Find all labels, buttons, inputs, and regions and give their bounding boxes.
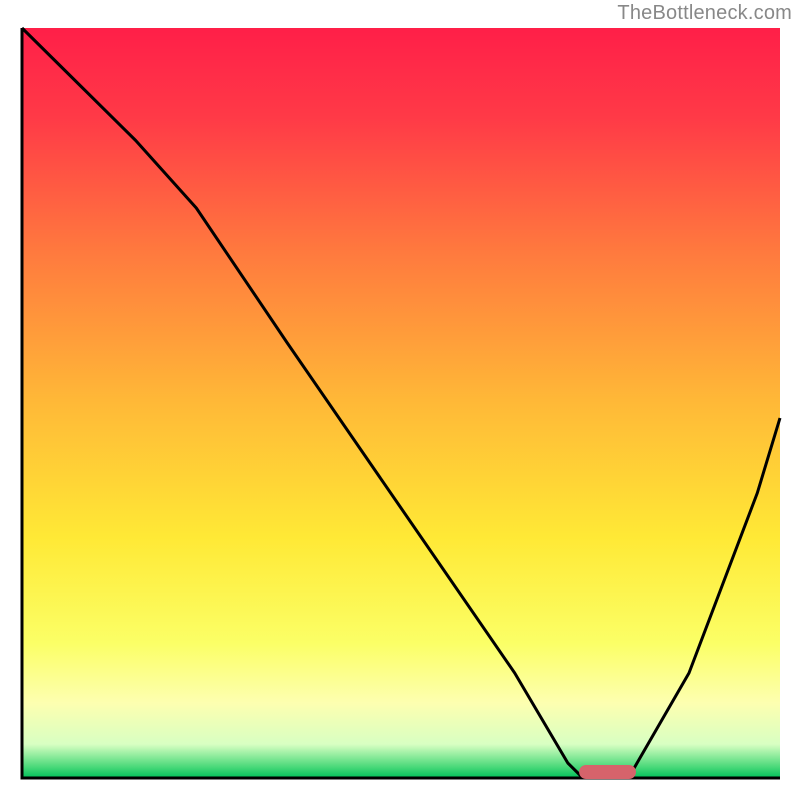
chart-canvas — [0, 0, 800, 800]
optimal-marker — [579, 765, 636, 779]
